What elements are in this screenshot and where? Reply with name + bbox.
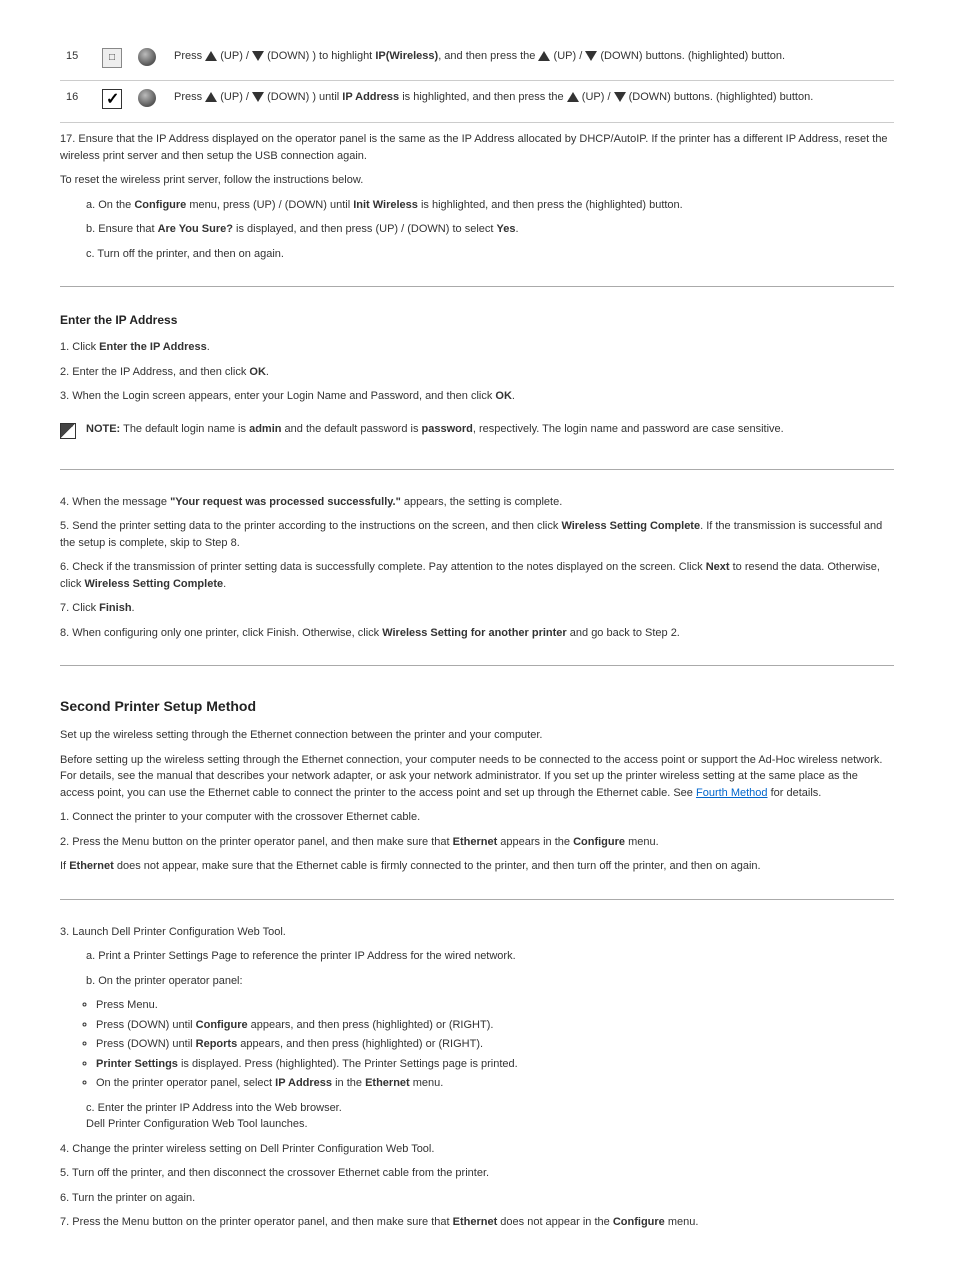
sub-c: c. Turn off the printer, and then on aga… (60, 246, 894, 263)
list-item: On the printer operator panel, select IP… (96, 1075, 894, 1092)
sub-a: a. On the Configure menu, press (UP) / (… (60, 197, 894, 214)
list-item: Press (DOWN) until Configure appears, an… (96, 1017, 894, 1034)
sec3-step3: 3. Launch Dell Printer Configuration Web… (60, 924, 894, 941)
up-arrow-icon (205, 92, 217, 102)
sec3-para2: Before setting up the wireless setting t… (60, 752, 894, 802)
step-number: 15 (60, 40, 96, 80)
note-block: NOTE: The default login name is admin an… (60, 415, 894, 445)
divider (60, 469, 894, 470)
up-arrow-icon (538, 51, 550, 61)
row-icon-1 (96, 80, 132, 123)
divider (60, 665, 894, 666)
up-arrow-icon (205, 51, 217, 61)
sec2-step1: 1. Click Enter the IP Address. (60, 339, 894, 356)
check-icon (102, 89, 122, 109)
row-icon-2 (132, 40, 168, 80)
sub-b: b. Ensure that Are You Sure? is displaye… (60, 221, 894, 238)
sec2-step3: 3. When the Login screen appears, enter … (60, 388, 894, 405)
sec2-step4: 4. When the message "Your request was pr… (60, 494, 894, 511)
down-arrow-icon (252, 92, 264, 102)
row-icon-1: □ (96, 40, 132, 80)
sec2-step2: 2. Enter the IP Address, and then click … (60, 364, 894, 381)
sec2-step6: 6. Check if the transmission of printer … (60, 559, 894, 592)
sec2-step8: 8. When configuring only one printer, cl… (60, 625, 894, 642)
panel-menu-list: Press Menu. Press (DOWN) until Configure… (60, 997, 894, 1092)
table-row: 15 □ Press (UP) / (DOWN) ) to highlight … (60, 40, 894, 80)
button-icon (138, 48, 156, 66)
sec3-step6: 6. Turn the printer on again. (60, 1190, 894, 1207)
down-arrow-icon (614, 92, 626, 102)
sec3-step7: 7. Press the Menu button on the printer … (60, 1214, 894, 1231)
second-method-heading: Second Printer Setup Method (60, 696, 894, 717)
panel-icon: □ (102, 48, 122, 68)
sec3-step5: 5. Turn off the printer, and then discon… (60, 1165, 894, 1182)
instruction-cell: Press (UP) / (DOWN) ) until IP Address i… (168, 80, 894, 123)
divider (60, 899, 894, 900)
step-number: 16 (60, 80, 96, 123)
list-item: Press Menu. (96, 997, 894, 1014)
fourth-method-link[interactable]: Fourth Method (696, 787, 768, 799)
enter-ip-heading: Enter the IP Address (60, 311, 894, 329)
sec3-step2: 2. Press the Menu button on the printer … (60, 834, 894, 851)
sec3-para1: Set up the wireless setting through the … (60, 727, 894, 744)
step-17: 17. Ensure that the IP Address displayed… (60, 131, 894, 164)
sec2-step7: 7. Click Finish. (60, 600, 894, 617)
down-arrow-icon (585, 51, 597, 61)
step-17b: To reset the wireless print server, foll… (60, 172, 894, 189)
sec3-sub-c: c. Enter the printer IP Address into the… (60, 1100, 894, 1133)
sec3-sub-a: a. Print a Printer Settings Page to refe… (60, 948, 894, 965)
up-arrow-icon (567, 92, 579, 102)
sec2-step5: 5. Send the printer setting data to the … (60, 518, 894, 551)
list-item: Printer Settings is displayed. Press (hi… (96, 1056, 894, 1073)
sec3-para3: If Ethernet does not appear, make sure t… (60, 858, 894, 875)
sec3-step1: 1. Connect the printer to your computer … (60, 809, 894, 826)
down-arrow-icon (252, 51, 264, 61)
table-row: 16 Press (UP) / (DOWN) ) until IP Addres… (60, 80, 894, 123)
divider (60, 286, 894, 287)
row-icon-2 (132, 80, 168, 123)
instruction-cell: Press (UP) / (DOWN) ) to highlight IP(Wi… (168, 40, 894, 80)
note-icon (60, 423, 76, 439)
list-item: Press (DOWN) until Reports appears, and … (96, 1036, 894, 1053)
button-icon (138, 89, 156, 107)
sec3-sub-b: b. On the printer operator panel: (60, 973, 894, 990)
instruction-table: 15 □ Press (UP) / (DOWN) ) to highlight … (60, 40, 894, 123)
sec3-step4: 4. Change the printer wireless setting o… (60, 1141, 894, 1158)
